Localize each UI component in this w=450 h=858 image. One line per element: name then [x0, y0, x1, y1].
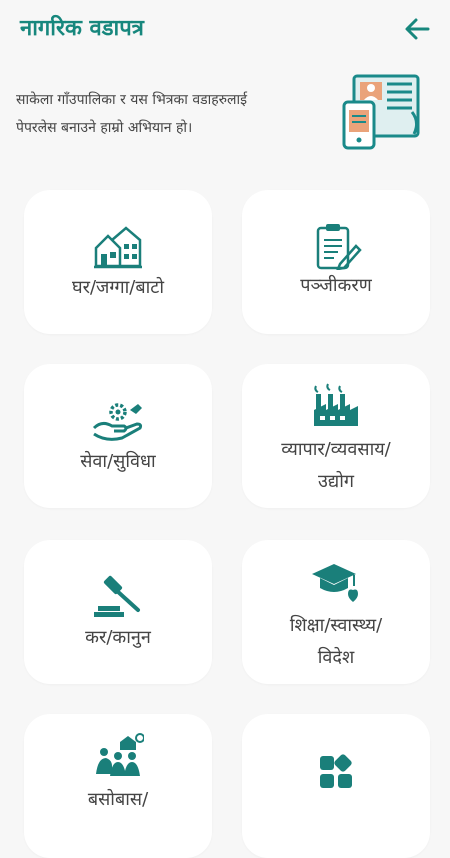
- card-label: शिक्षा/स्वास्थ्य/ विदेश: [289, 615, 383, 668]
- intro-line-1: साकेला गाँउपालिका र यस भित्रका वडाहरुलाई: [16, 92, 248, 108]
- hand-gear-icon: [92, 403, 143, 441]
- gavel-icon: [94, 575, 140, 617]
- card-education-health[interactable]: शिक्षा/स्वास्थ्य/ विदेश: [242, 540, 430, 684]
- settlement-people-icon: [96, 733, 144, 776]
- houses-icon: [94, 226, 142, 269]
- card-label: घर/जग्गा/बाटो: [71, 277, 164, 298]
- intro-line-2: पेपरलेस बनाउने हाम्रो अभियान हो।: [16, 120, 193, 136]
- apps-grid-icon: [320, 754, 352, 788]
- card-registration[interactable]: पञ्जीकरण: [242, 190, 430, 334]
- card-label: कर/कानुन: [85, 627, 151, 648]
- card-label: बसोबास/: [87, 789, 149, 810]
- card-business[interactable]: व्यापार/व्यवसाय/ उद्योग: [242, 364, 430, 508]
- card-more[interactable]: [242, 714, 430, 858]
- card-services[interactable]: सेवा/सुविधा: [24, 364, 212, 508]
- card-property[interactable]: घर/जग्गा/बाटो: [24, 190, 212, 334]
- clipboard-pen-icon: [316, 224, 362, 270]
- card-label: सेवा/सुविधा: [80, 451, 156, 472]
- app-header: नागरिक वडापत्र: [0, 0, 450, 58]
- card-label: व्यापार/व्यवसाय/ उद्योग: [281, 439, 391, 492]
- back-arrow-icon[interactable]: [402, 14, 432, 44]
- page-title: नागरिक वडापत्र: [20, 16, 144, 41]
- card-tax-law[interactable]: कर/कानुन: [24, 540, 212, 684]
- phone-newspaper-icon: [342, 74, 420, 150]
- card-settlement[interactable]: बसोबास/: [24, 714, 212, 858]
- card-label: पञ्जीकरण: [300, 275, 372, 296]
- graduation-heart-icon: [312, 564, 358, 602]
- factory-icon: [314, 383, 358, 426]
- intro-text: साकेला गाँउपालिका र यस भित्रका वडाहरुलाई…: [16, 86, 316, 142]
